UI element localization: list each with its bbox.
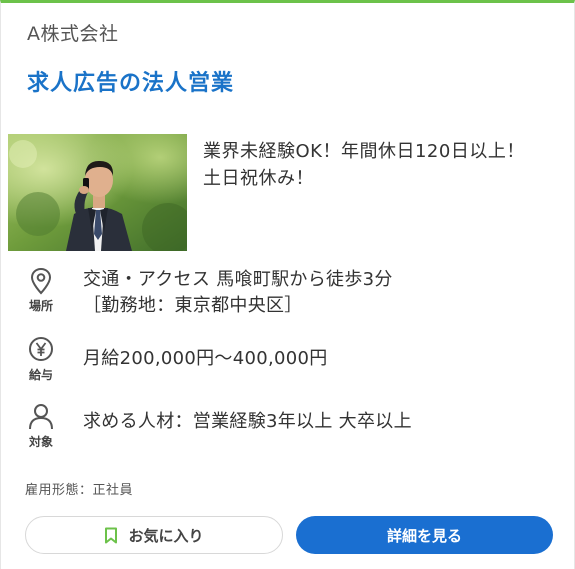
location-row: 場所 交通・アクセス 馬喰町駅から徒歩3分 ［勤務地：東京都中央区］ <box>21 267 561 327</box>
employment-type: 雇用形態：正社員 <box>25 483 134 498</box>
favorite-button[interactable]: お気に入り <box>25 516 283 554</box>
salary-text: 月給200,000円～400,000円 <box>83 348 328 369</box>
target-icon-box: 対象 <box>21 403 61 463</box>
yen-icon <box>29 337 53 361</box>
person-icon <box>29 404 53 430</box>
location-label: 場所 <box>28 299 53 313</box>
catch-copy: 業界未経験OK！年間休日120日以上！ 土日祝休み！ <box>203 138 563 192</box>
job-card: A株式会社 求人広告の法人営業 業界未経験OK！年間休日120日以上！ 土日祝休… <box>0 0 575 569</box>
detail-button-label: 詳細を見る <box>386 526 462 545</box>
salary-icon-box: 給与 <box>21 336 61 396</box>
location-icon-box: 場所 <box>21 267 61 327</box>
access-text: 交通・アクセス 馬喰町駅から徒歩3分 <box>83 269 393 290</box>
salary-row: 給与 月給200,000円～400,000円 <box>21 336 561 396</box>
salary-label: 給与 <box>28 368 53 382</box>
target-text: 求める人材：営業経験3年以上 大卒以上 <box>83 411 412 432</box>
target-row: 対象 求める人材：営業経験3年以上 大卒以上 <box>21 403 561 463</box>
target-label: 対象 <box>28 435 53 449</box>
location-text: 交通・アクセス 馬喰町駅から徒歩3分 ［勤務地：東京都中央区］ <box>83 267 393 319</box>
bookmark-icon <box>105 527 118 543</box>
catch-copy-line1: 業界未経験OK！年間休日120日以上！ <box>203 141 525 162</box>
catch-copy-line2: 土日祝休み！ <box>203 168 314 189</box>
company-name: A株式会社 <box>27 23 119 45</box>
job-photo <box>8 134 187 251</box>
favorite-button-label: お気に入り <box>128 526 204 545</box>
job-title[interactable]: 求人広告の法人営業 <box>27 65 234 97</box>
detail-button[interactable]: 詳細を見る <box>296 516 553 554</box>
map-pin-icon <box>30 267 52 295</box>
workplace-text: ［勤務地：東京都中央区］ <box>83 295 303 316</box>
